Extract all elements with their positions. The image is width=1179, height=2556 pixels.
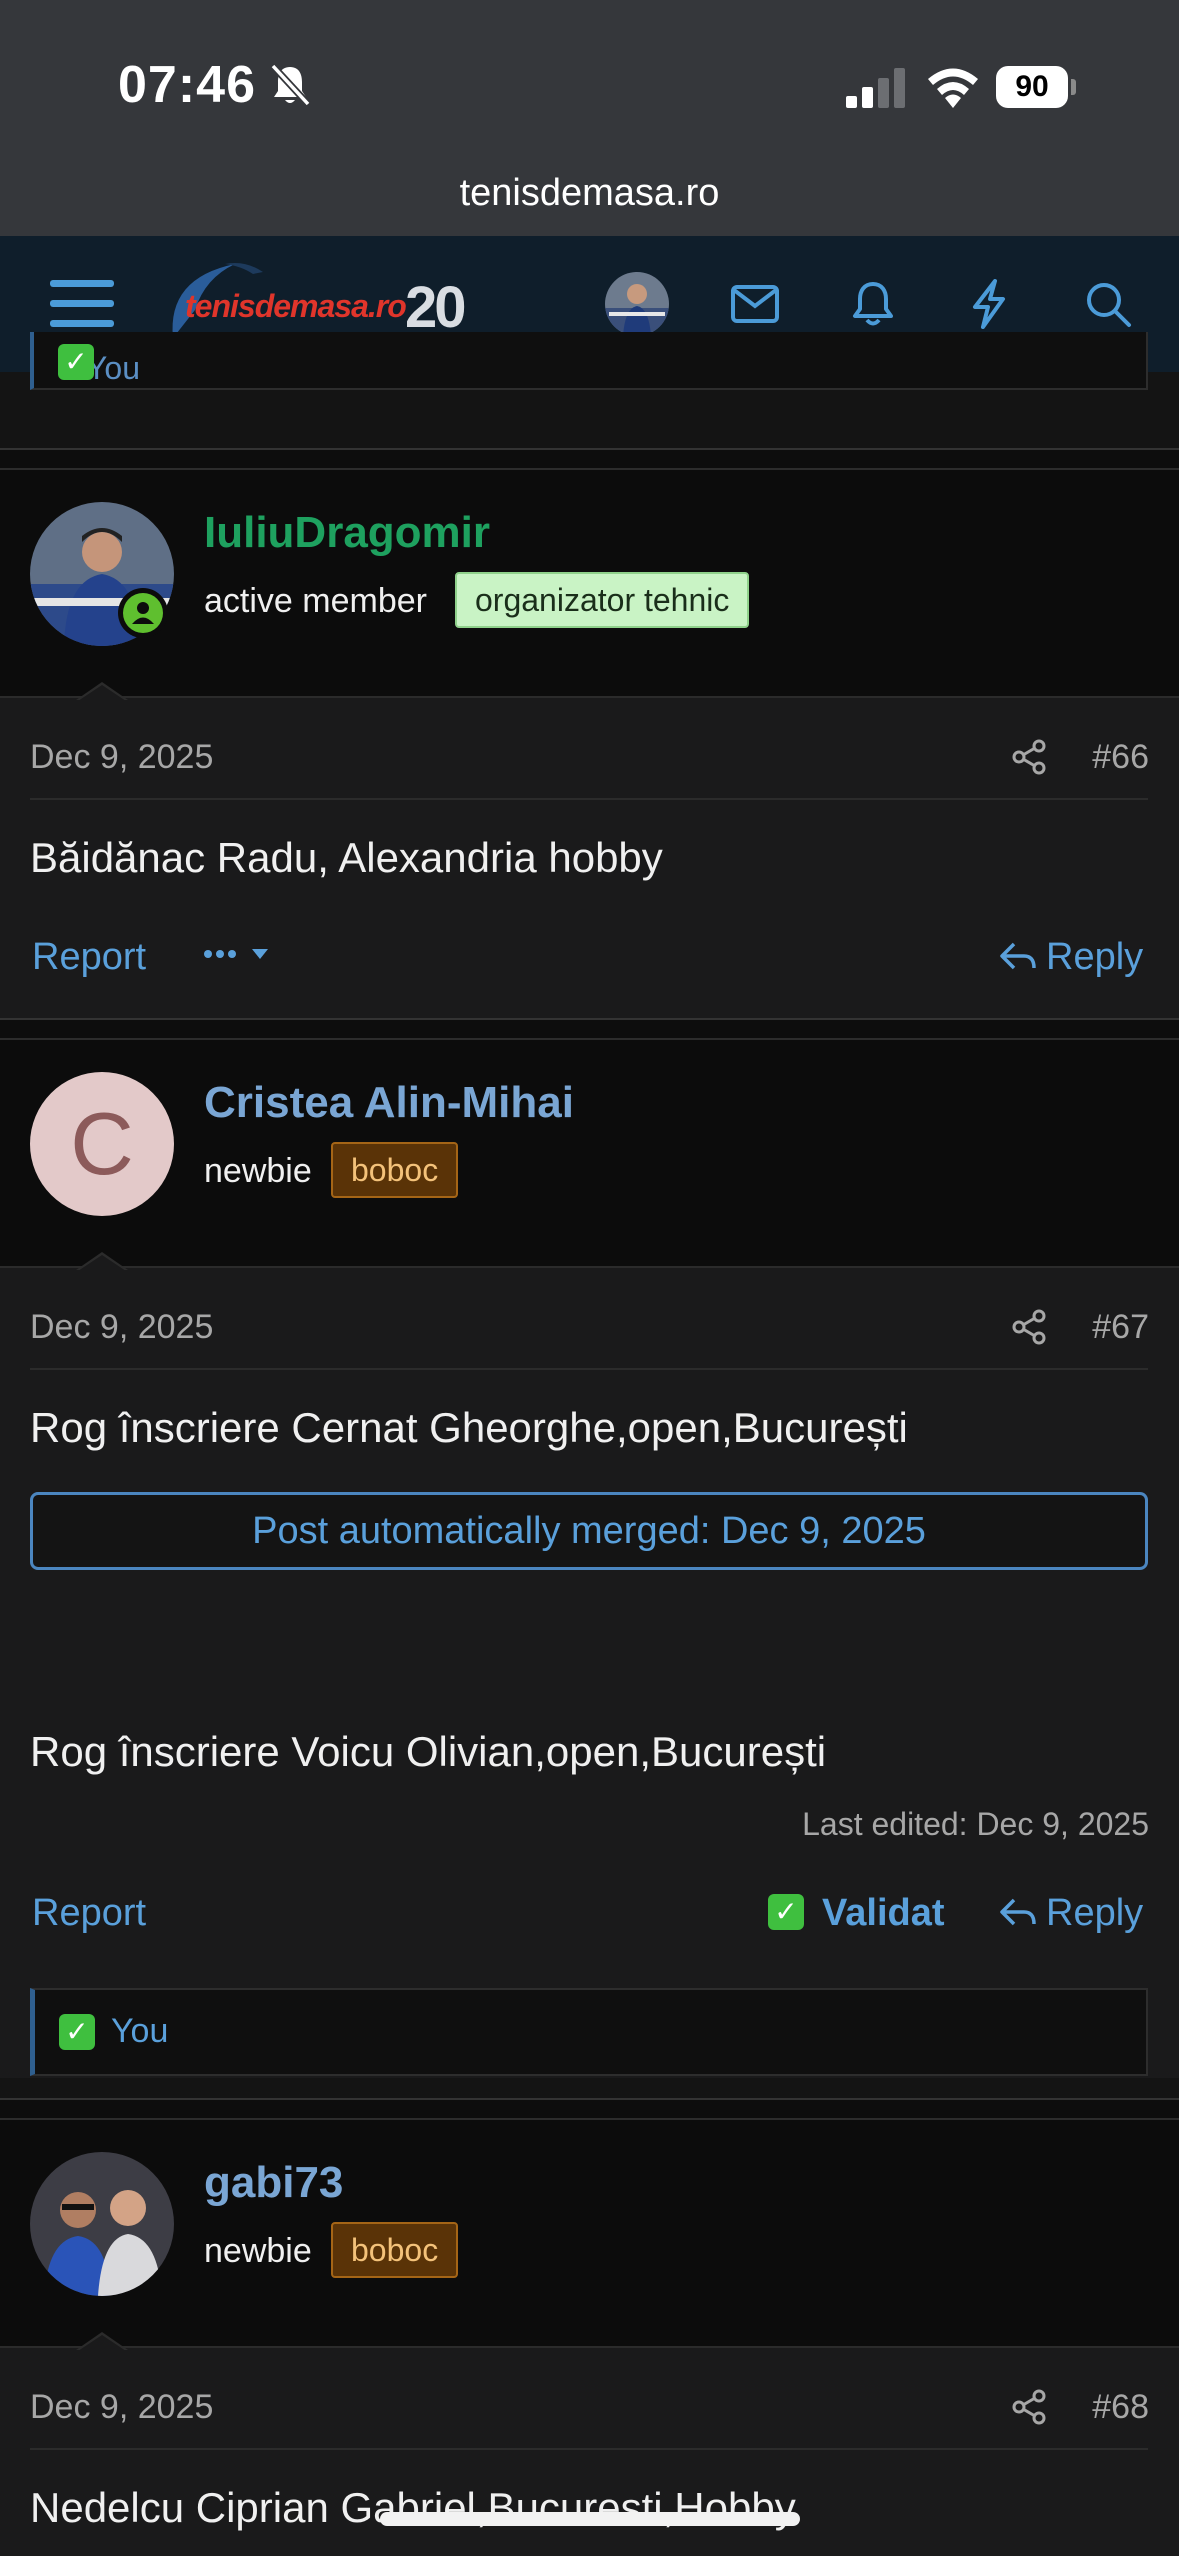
merged-notice: Post automatically merged: Dec 9, 2025 bbox=[30, 1492, 1148, 1570]
logo-number: 20 bbox=[405, 275, 466, 340]
share-icon[interactable] bbox=[1010, 738, 1048, 776]
battery-tip bbox=[1071, 79, 1076, 95]
more-actions-button[interactable] bbox=[200, 932, 280, 982]
post-number[interactable]: #66 bbox=[1092, 738, 1149, 777]
battery-level: 90 bbox=[996, 66, 1068, 108]
wifi-icon bbox=[928, 68, 978, 108]
post-66: IuliuDragomir active member organizator … bbox=[0, 468, 1179, 1018]
user-banner: organizator tehnic bbox=[455, 572, 750, 628]
message-pointer-inner bbox=[78, 1255, 126, 1271]
report-link[interactable]: Report bbox=[32, 1892, 146, 1935]
message-pointer-inner bbox=[78, 685, 126, 701]
avatar[interactable] bbox=[30, 2152, 174, 2296]
report-link[interactable]: Report bbox=[32, 936, 146, 979]
previous-reaction: ✓ You bbox=[58, 344, 140, 387]
user-title: active member bbox=[204, 582, 427, 620]
cellular-signal-icon bbox=[846, 68, 905, 108]
post-body-merged: Rog înscriere Voicu Olivian,open,Bucureș… bbox=[30, 1728, 827, 1775]
post-number[interactable]: #67 bbox=[1092, 1308, 1149, 1347]
user-banner: boboc bbox=[331, 2222, 459, 2278]
username[interactable]: IuliuDragomir bbox=[204, 508, 490, 558]
share-icon[interactable] bbox=[1010, 1308, 1048, 1346]
meta-divider bbox=[30, 1368, 1148, 1370]
status-bar: 07:46 90 tenisdemasa.ro bbox=[0, 0, 1179, 236]
post-user-block: IuliuDragomir active member organizator … bbox=[0, 470, 1179, 701]
user-title: newbie bbox=[204, 1152, 312, 1190]
url-bar[interactable]: tenisdemasa.ro bbox=[0, 172, 1179, 215]
check-icon: ✓ bbox=[768, 1894, 804, 1930]
reaction-summary[interactable]: ✓ You bbox=[30, 1988, 1148, 2076]
last-edited[interactable]: Last edited: Dec 9, 2025 bbox=[802, 1806, 1149, 1843]
post-user-block: gabi73 newbie boboc bbox=[0, 2120, 1179, 2351]
notifications-icon[interactable] bbox=[835, 266, 911, 342]
home-indicator[interactable] bbox=[380, 2512, 800, 2526]
reply-label: Reply bbox=[1046, 1892, 1144, 1934]
username[interactable]: gabi73 bbox=[204, 2158, 343, 2208]
meta-divider bbox=[30, 2448, 1148, 2450]
status-time: 07:46 bbox=[118, 56, 256, 114]
post-separator bbox=[0, 2098, 1179, 2118]
inbox-icon[interactable] bbox=[717, 266, 793, 342]
search-icon[interactable] bbox=[1070, 266, 1146, 342]
post-user-block: C Cristea Alin-Mihai newbie boboc bbox=[0, 1040, 1179, 1271]
post-67: C Cristea Alin-Mihai newbie boboc Dec 9,… bbox=[0, 1038, 1179, 2078]
whats-new-icon[interactable] bbox=[951, 266, 1027, 342]
share-icon[interactable] bbox=[1010, 2388, 1048, 2426]
meta-divider bbox=[30, 798, 1148, 800]
logo-text: tenisdemasa.ro bbox=[185, 288, 407, 324]
post-separator bbox=[0, 1018, 1179, 1038]
online-status-icon bbox=[118, 588, 168, 638]
post-separator bbox=[0, 448, 1179, 468]
user-banner: boboc bbox=[331, 1142, 459, 1198]
post-date[interactable]: Dec 9, 2025 bbox=[30, 1308, 213, 1347]
validat-label: Validat bbox=[822, 1892, 945, 1934]
username[interactable]: Cristea Alin-Mihai bbox=[204, 1078, 574, 1128]
post-body: Rog înscriere Cernat Gheorghe,open,Bucur… bbox=[30, 1404, 908, 1451]
post-date[interactable]: Dec 9, 2025 bbox=[30, 2388, 213, 2427]
account-avatar[interactable] bbox=[605, 272, 669, 336]
reply-label: Reply bbox=[1046, 936, 1144, 978]
post-body: Băidănac Radu, Alexandria hobby bbox=[30, 834, 663, 881]
menu-icon[interactable] bbox=[44, 266, 120, 342]
post-68: gabi73 newbie boboc Dec 9, 2025 #68 Nede… bbox=[0, 2118, 1179, 2556]
bell-muted-icon bbox=[270, 63, 311, 107]
message-pointer-inner bbox=[78, 2335, 126, 2351]
previous-reaction-bar[interactable] bbox=[30, 332, 1148, 390]
previous-reaction-label: You bbox=[86, 350, 140, 386]
check-icon: ✓ bbox=[59, 2014, 95, 2050]
reaction-label: You bbox=[111, 2012, 169, 2050]
user-title: newbie bbox=[204, 2232, 312, 2270]
post-number[interactable]: #68 bbox=[1092, 2388, 1149, 2427]
battery-indicator: 90 bbox=[996, 66, 1076, 108]
check-icon: ✓ bbox=[58, 344, 94, 380]
post-date[interactable]: Dec 9, 2025 bbox=[30, 738, 213, 777]
avatar[interactable]: C bbox=[30, 1072, 174, 1216]
